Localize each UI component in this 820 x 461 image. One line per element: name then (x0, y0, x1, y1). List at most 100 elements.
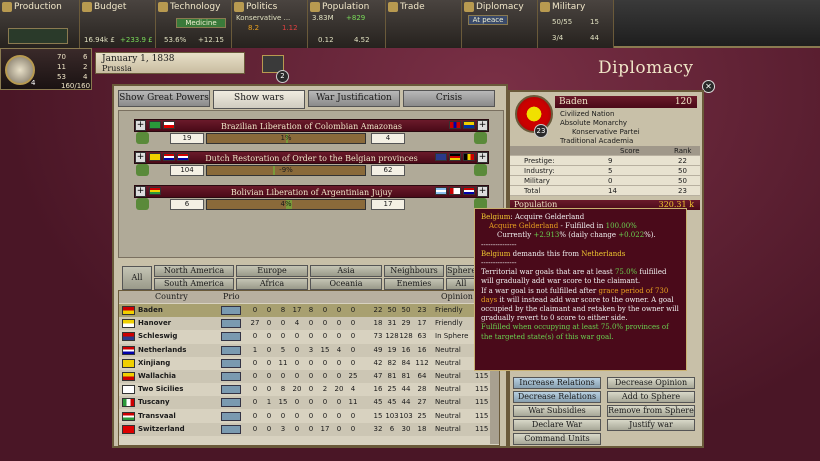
remove-from-sphere-button[interactable]: Remove from Sphere (607, 405, 695, 417)
tab-crisis[interactable]: Crisis (403, 90, 495, 107)
civ-status: Civilized Nation (560, 110, 615, 118)
stat-score: 14 (608, 187, 617, 195)
filter-enemies[interactable]: Enemies (384, 278, 444, 290)
priority-icon[interactable] (221, 345, 241, 355)
table-row[interactable]: Xinjiang 0 0 11 0 0 0 0 0 42 82 84 112 Neutral (119, 357, 491, 370)
politics-title: Politics (246, 2, 278, 12)
budget-section[interactable]: Budget 16.94k £ +233.9 £ (80, 0, 156, 48)
relation-value: 0 (252, 385, 258, 394)
col-opinion[interactable]: Opinion (441, 292, 473, 301)
filter-oceania[interactable]: Oceania (310, 278, 382, 290)
expand-defender-button[interactable]: + (477, 186, 488, 197)
table-row[interactable]: Transvaal 0 0 0 0 0 0 0 0 15 103 103 25 Neutral 115 (119, 410, 491, 423)
politics-section[interactable]: Politics Konservative ... 8.2 1.12 (232, 0, 308, 48)
priority-icon[interactable] (221, 398, 241, 408)
production-section[interactable]: Production (0, 0, 80, 48)
tooltip-demand-text: demands this from (510, 249, 582, 258)
table-row[interactable]: Switzerland 0 0 3 0 0 17 0 0 32 6 30 18 Neutral 115 (119, 422, 491, 436)
increase-relations-button[interactable]: Increase Relations (513, 377, 601, 389)
military-section[interactable]: Military 50/55 15 3/4 44 (538, 0, 614, 48)
priority-icon[interactable] (221, 358, 241, 368)
table-row[interactable]: Hanover 27 0 0 4 0 0 0 0 18 31 29 17 Friendly (119, 317, 491, 331)
tab-show-wars[interactable]: Show wars (213, 90, 305, 109)
country-widget[interactable]: 4 70 6 11 2 53 4 160/160 (0, 48, 92, 90)
relation-value: 0 (336, 372, 342, 380)
stat-rank: 22 (678, 157, 687, 165)
rank-value: 84 (401, 358, 411, 367)
rank-value: 128 (385, 332, 399, 341)
military-title: Military (552, 2, 586, 12)
date-widget[interactable]: January 1, 1838 Prussia (95, 52, 245, 74)
priority-icon[interactable] (221, 319, 241, 329)
population-section[interactable]: Population 3.83M +829 0.12 4.52 (308, 0, 386, 48)
expand-defender-button[interactable]: + (477, 120, 488, 131)
priority-icon[interactable] (221, 424, 241, 434)
table-row[interactable]: Schleswig 0 0 0 0 0 0 0 0 73 128 128 63 In Sphere (119, 330, 491, 343)
tooltip-currently: Currently (497, 231, 534, 240)
selected-rank-badge: 23 (534, 124, 548, 138)
priority-icon[interactable] (221, 306, 241, 315)
message-count: 2 (276, 70, 289, 83)
rank-value: 31 (387, 319, 397, 328)
table-row[interactable]: Baden 0 0 8 17 8 0 0 0 22 50 50 23 Friendly (119, 304, 491, 317)
rank-value: 16 (401, 345, 411, 354)
military-rank: 4 (83, 73, 88, 81)
relation-value: 17 (320, 424, 330, 433)
col-country[interactable]: Country (155, 292, 188, 301)
rank-value: 82 (387, 358, 397, 367)
relation-value: 20 (292, 385, 302, 394)
tab-war-justification[interactable]: War Justification (308, 90, 400, 107)
priority-icon[interactable] (221, 385, 241, 395)
expand-attacker-button[interactable]: + (135, 120, 146, 131)
tooltip-demand-target: Netherlands (581, 249, 626, 258)
expand-attacker-button[interactable]: + (135, 152, 146, 163)
table-row[interactable]: Netherlands 1 0 5 0 3 15 4 0 49 19 16 16 Neutral (119, 343, 491, 357)
relation-value: 0 (336, 319, 342, 328)
filter-africa[interactable]: Africa (236, 278, 308, 290)
filter-asia[interactable]: Asia (310, 265, 382, 277)
decrease-opinion-button[interactable]: Decrease Opinion (607, 377, 695, 389)
table-row[interactable]: Two Sicilies 0 0 8 20 0 2 20 4 16 25 44 28 Neutral 115 (119, 383, 491, 396)
factory-slots (8, 28, 68, 44)
flag-chile-icon (163, 121, 175, 129)
flask-icon (158, 2, 168, 12)
table-row[interactable]: Tuscany 0 1 15 0 0 0 0 11 45 45 44 27 Neutral 115 (119, 396, 491, 410)
filter-neighbours[interactable]: Neighbours (384, 265, 444, 277)
war-score-bar: -9% (206, 165, 366, 176)
col-prio[interactable]: Prio (223, 292, 240, 301)
diplomacy-section[interactable]: Diplomacy At peace (462, 0, 538, 48)
filter-all-button[interactable]: All (122, 266, 152, 290)
relation-value: 0 (266, 319, 272, 328)
technology-section[interactable]: Technology Medicine 53.6% +12.15 (156, 0, 232, 48)
prestige-rank: 6 (83, 53, 88, 61)
declare-war-button[interactable]: Declare War (513, 419, 601, 431)
trade-section[interactable]: Trade (386, 0, 462, 48)
relation-value: 0 (252, 411, 258, 420)
expand-defender-button[interactable]: + (477, 152, 488, 163)
justify-war-button[interactable]: Justify war (607, 419, 695, 431)
tooltip-daily-text: %). (644, 231, 656, 240)
filter-north-america[interactable]: North America (154, 265, 234, 277)
relation-value: 0 (336, 398, 342, 407)
filter-south-america[interactable]: South America (154, 278, 234, 290)
war-score-bar: 1% (206, 133, 366, 144)
war-score: 4% (280, 200, 292, 208)
relation-value: 0 (294, 332, 300, 341)
decrease-relations-button[interactable]: Decrease Relations (513, 391, 601, 403)
expand-attacker-button[interactable]: + (135, 186, 146, 197)
priority-icon[interactable] (221, 332, 241, 342)
war-goal-tooltip: Belgium: Acquire Gelderland Acquire Geld… (474, 208, 687, 371)
filter-sphere[interactable]: Sphere (446, 265, 476, 277)
priority-icon[interactable] (221, 411, 241, 421)
war-subsidies-button[interactable]: War Subsidies (513, 405, 601, 417)
country-list: Country Prio Opinion Baden 0 0 8 17 8 0 0 0 22 50 5… (118, 290, 501, 446)
relation-value: 0 (294, 358, 300, 367)
stat-score: 5 (608, 167, 613, 175)
add-to-sphere-button[interactable]: Add to Sphere (607, 391, 695, 403)
priority-icon[interactable] (221, 372, 241, 381)
filter-all-group[interactable]: All (446, 278, 476, 290)
table-row[interactable]: Wallachia 0 0 0 0 0 0 0 25 47 81 81 64 Neutral 115 (119, 370, 491, 383)
filter-europe[interactable]: Europe (236, 265, 308, 277)
command-units-button[interactable]: Command Units (513, 433, 601, 445)
tab-great-powers[interactable]: Show Great Powers (118, 90, 210, 107)
